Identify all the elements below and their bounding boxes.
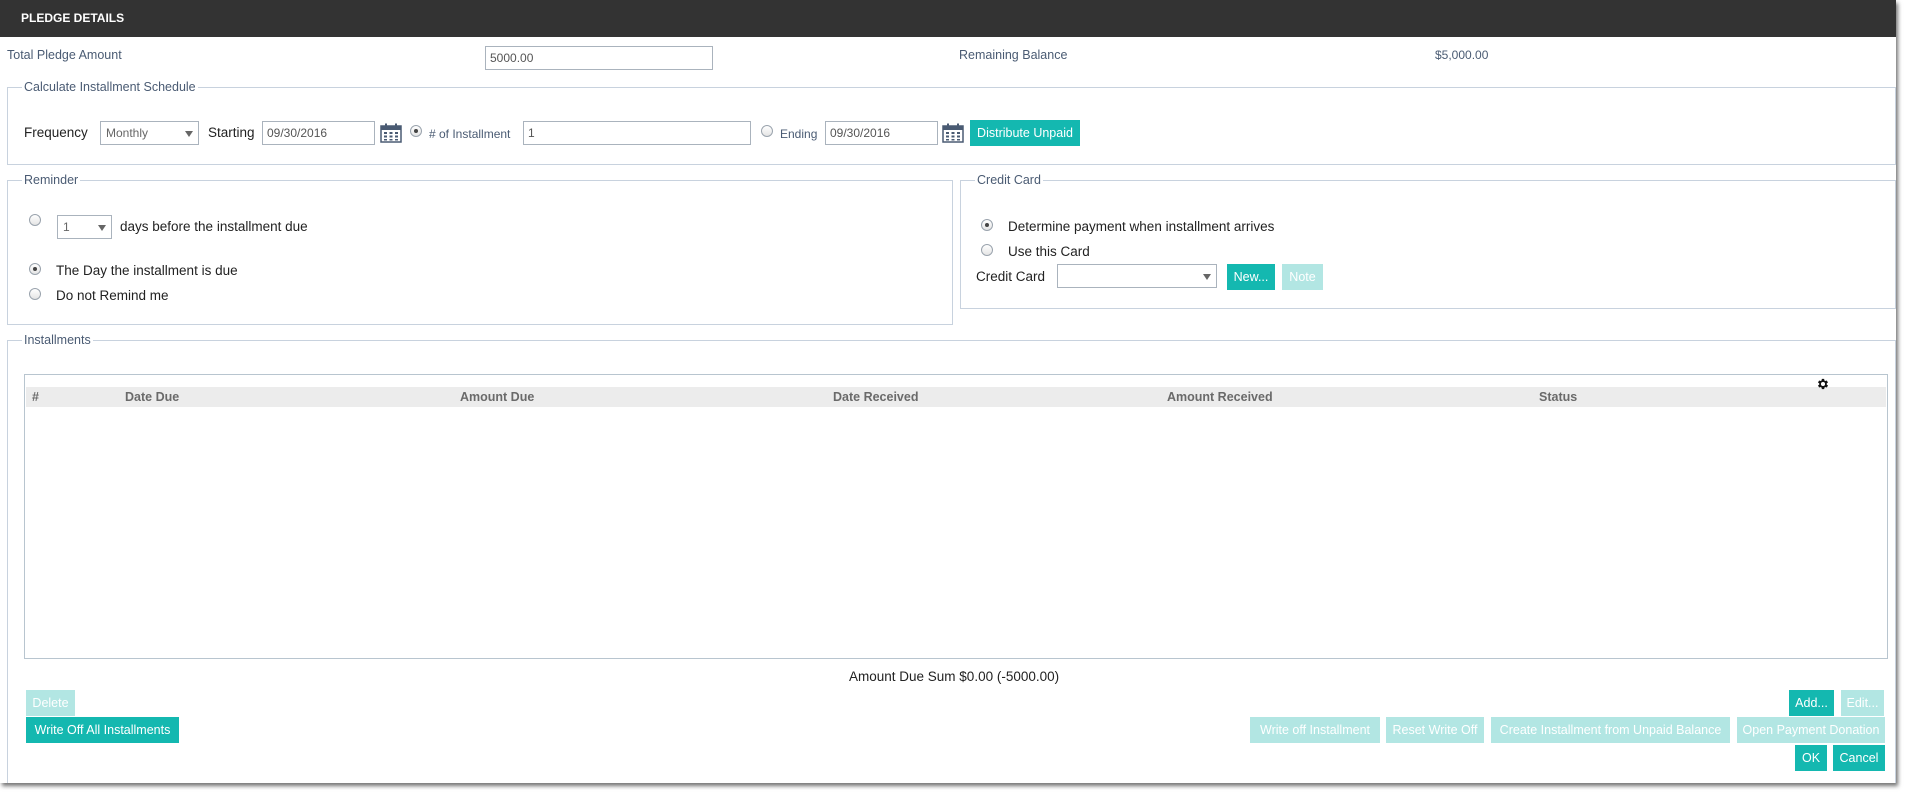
starting-label: Starting: [208, 125, 255, 140]
total-pledge-input[interactable]: [485, 46, 713, 70]
write-off-installment-button[interactable]: Write off Installment: [1250, 717, 1380, 743]
no-remind-radio[interactable]: [29, 288, 41, 300]
determine-payment-label: Determine payment when installment arriv…: [1008, 219, 1275, 234]
create-installment-button[interactable]: Create Installment from Unpaid Balance: [1491, 717, 1730, 743]
installment-count-label: # of Installment: [429, 127, 511, 141]
remaining-balance-label: Remaining Balance: [959, 48, 1068, 62]
remaining-balance-value: $5,000.00: [1435, 48, 1489, 62]
installments-grid-header: # Date Due Amount Due Date Received Amou…: [26, 387, 1886, 407]
reminder-legend: Reminder: [22, 173, 81, 187]
dialog-title: PLEDGE DETAILS: [0, 0, 1896, 37]
days-before-select[interactable]: 1: [57, 215, 112, 239]
ending-date-input[interactable]: [825, 121, 938, 145]
days-before-radio[interactable]: [29, 214, 41, 226]
ok-button[interactable]: OK: [1795, 745, 1827, 771]
edit-installment-button[interactable]: Edit...: [1841, 690, 1884, 716]
use-card-radio[interactable]: [981, 244, 993, 256]
amount-due-sum: Amount Due Sum $0.00 (-5000.00): [849, 669, 1060, 684]
column-amount-due[interactable]: Amount Due: [460, 387, 534, 407]
add-installment-button[interactable]: Add...: [1789, 690, 1834, 716]
gear-icon[interactable]: [1816, 377, 1830, 391]
days-before-value: 1: [63, 220, 70, 234]
note-button[interactable]: Note: [1282, 264, 1323, 290]
frequency-label: Frequency: [24, 125, 88, 140]
determine-payment-radio[interactable]: [981, 219, 993, 231]
total-pledge-label: Total Pledge Amount: [7, 48, 122, 62]
days-before-label: days before the installment due: [120, 219, 308, 234]
write-off-all-button[interactable]: Write Off All Installments: [26, 717, 179, 743]
installment-count-radio[interactable]: [410, 125, 422, 137]
distribute-unpaid-button[interactable]: Distribute Unpaid: [970, 120, 1080, 146]
day-due-radio[interactable]: [29, 263, 41, 275]
column-date-due[interactable]: Date Due: [125, 387, 179, 407]
installment-count-input[interactable]: [523, 121, 751, 145]
use-card-label: Use this Card: [1008, 244, 1090, 259]
chevron-down-icon: [98, 225, 106, 231]
no-remind-label: Do not Remind me: [56, 288, 169, 303]
ending-label: Ending: [780, 127, 818, 141]
calendar-icon[interactable]: [380, 123, 402, 143]
frequency-select[interactable]: Monthly: [100, 121, 199, 145]
pledge-details-dialog: PLEDGE DETAILS Total Pledge Amount Remai…: [0, 0, 1896, 783]
frequency-value: Monthly: [106, 126, 149, 140]
chevron-down-icon: [1203, 274, 1211, 280]
installments-grid: # Date Due Amount Due Date Received Amou…: [24, 374, 1888, 659]
delete-button[interactable]: Delete: [26, 690, 75, 716]
column-number[interactable]: #: [32, 387, 39, 407]
column-amount-received[interactable]: Amount Received: [1167, 387, 1273, 407]
column-date-received[interactable]: Date Received: [833, 387, 918, 407]
credit-card-label: Credit Card: [976, 269, 1046, 284]
new-card-button[interactable]: New...: [1227, 264, 1275, 290]
credit-card-legend: Credit Card: [975, 173, 1043, 187]
credit-card-fieldset: [960, 180, 1896, 309]
open-payment-donation-button[interactable]: Open Payment Donation: [1737, 717, 1885, 743]
calendar-icon[interactable]: [942, 123, 964, 143]
schedule-legend: Calculate Installment Schedule: [22, 80, 198, 94]
column-status[interactable]: Status: [1539, 387, 1577, 407]
reset-write-off-button[interactable]: Reset Write Off: [1386, 717, 1484, 743]
starting-date-input[interactable]: [262, 121, 375, 145]
reminder-fieldset: [7, 180, 953, 325]
installments-legend: Installments: [22, 333, 93, 347]
cancel-button[interactable]: Cancel: [1833, 745, 1885, 771]
ending-radio[interactable]: [761, 125, 773, 137]
chevron-down-icon: [185, 131, 193, 137]
day-due-label: The Day the installment is due: [56, 263, 238, 278]
credit-card-select[interactable]: [1057, 264, 1217, 288]
